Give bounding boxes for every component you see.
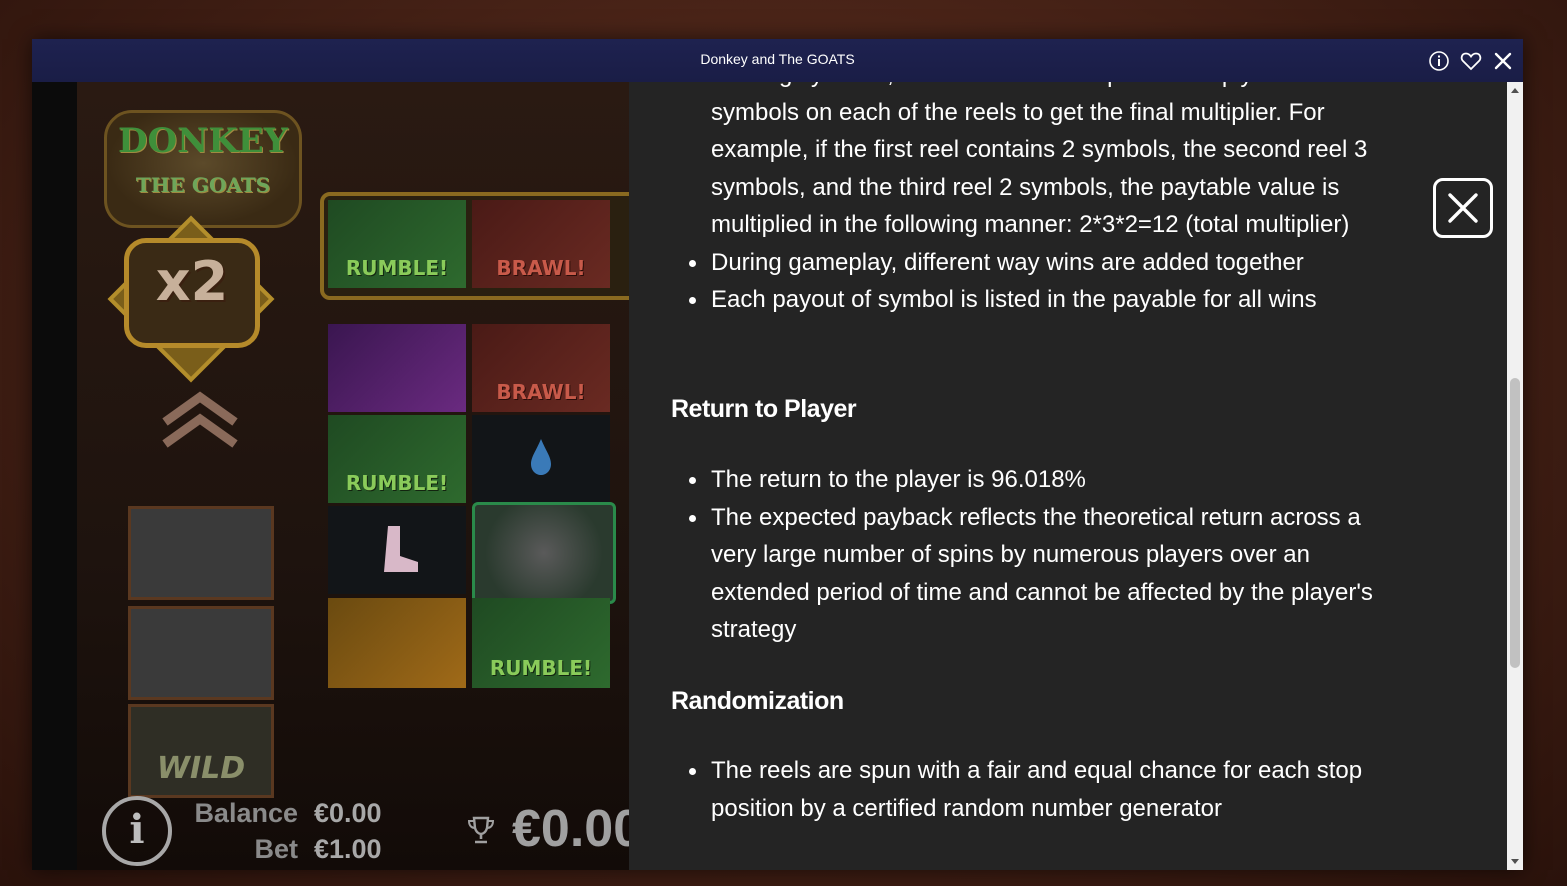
trophy-icon [467, 816, 495, 844]
rumble-label: RUMBLE! [489, 656, 593, 680]
reel-symbol-rumble: RUMBLE! [328, 200, 466, 288]
rules-scrollbar[interactable] [1507, 82, 1523, 870]
bet-label: Bet [254, 834, 298, 864]
boxing-boots-icon [384, 526, 418, 572]
list-item: The return to the player is 96.018% [629, 461, 1411, 499]
balance-value: €0.00 [314, 798, 382, 828]
reel-symbol-drop [472, 415, 610, 503]
balance-label: Balance [194, 798, 298, 828]
list-item: The reels are spun with a fair and equal… [629, 752, 1411, 827]
rules-panel: winning symbols, the win will be multipl… [629, 82, 1507, 870]
rumble-label: RUMBLE! [345, 471, 449, 495]
wild-symbol: WILD [128, 704, 274, 798]
list-item: The expected payback reflects the theore… [629, 499, 1411, 649]
feature-reel: RUMBLE! BRAWL! [320, 192, 629, 300]
title-bar: Donkey and The GOATS [32, 39, 1523, 82]
list-item: Each payout of symbol is listed in the p… [629, 281, 1411, 319]
win-amount: €0.00 [512, 800, 629, 858]
chevron-up-icon [162, 391, 238, 448]
close-icon[interactable] [1491, 49, 1515, 73]
list-item: During gameplay, different way wins are … [629, 244, 1411, 282]
scrollbar-thumb[interactable] [1510, 378, 1520, 668]
rtp-heading: Return to Player [671, 395, 857, 423]
reel-symbol-fight [328, 598, 466, 688]
logo-text-donkey: DONKEY [118, 121, 288, 161]
game-window: Donkey and The GOATS DONKEY THE GOATS x2 [32, 39, 1523, 870]
reel-symbol-boots [328, 506, 466, 594]
scroll-up-arrow[interactable] [1511, 88, 1519, 93]
randomization-list: The reels are spun with a fair and equal… [629, 752, 1411, 827]
brawl-label: BRAWL! [496, 380, 586, 404]
game-info-button[interactable]: i [102, 796, 172, 866]
rtp-list: The return to the player is 96.018% The … [629, 461, 1411, 649]
water-drop-icon [531, 439, 551, 475]
logo-text-goats: THE GOATS [135, 173, 271, 197]
intro-list: winning symbols, the win will be multipl… [629, 82, 1411, 319]
multiplier-value: x2 [155, 250, 229, 313]
info-glyph: i [129, 806, 145, 853]
list-item: winning symbols, the win will be multipl… [711, 82, 1407, 238]
reel-symbol-brawl: BRAWL! [472, 324, 610, 412]
reel-symbol-goat [472, 502, 616, 604]
reel-symbol-rumble: RUMBLE! [328, 415, 466, 503]
close-rules-button[interactable] [1433, 178, 1493, 238]
reel-symbol-brawl: BRAWL! [472, 200, 610, 288]
wild-label: WILD [156, 751, 246, 786]
window-title: Donkey and The GOATS [700, 51, 855, 67]
heart-icon[interactable] [1459, 49, 1483, 73]
rumble-label: RUMBLE! [345, 256, 449, 280]
close-icon [1448, 193, 1478, 223]
side-symbol-2 [128, 606, 274, 700]
brawl-label: BRAWL! [496, 256, 586, 280]
side-symbol-1 [128, 506, 274, 600]
bet-value: €1.00 [314, 834, 382, 864]
info-icon[interactable] [1427, 49, 1451, 73]
game-area: DONKEY THE GOATS x2 WILD RUMBLE! BRAWL! … [32, 82, 629, 870]
randomization-heading: Randomization [671, 687, 844, 715]
scroll-down-arrow[interactable] [1511, 859, 1519, 864]
left-shade [32, 82, 77, 870]
reel-symbol-rumble: RUMBLE! [472, 598, 610, 688]
game-logo: DONKEY THE GOATS [104, 110, 302, 228]
reel-symbol-boxer [328, 324, 466, 412]
